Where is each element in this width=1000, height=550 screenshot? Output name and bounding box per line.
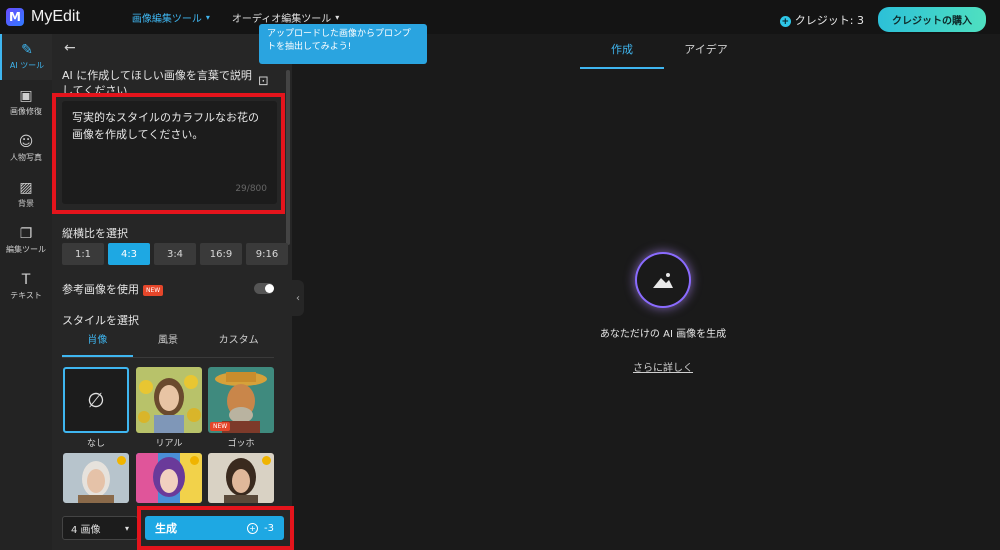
credit-icon: + [779, 16, 791, 27]
sidebar-item-background[interactable]: ▨ 背景 [0, 172, 52, 218]
style-thumbnail-5[interactable] [136, 453, 202, 503]
style-label-none: なし [86, 439, 105, 449]
buy-credits-button[interactable]: クレジットの購入 [878, 7, 986, 32]
premium-crown-icon [190, 456, 199, 465]
nav-image-tools-label: 画像編集ツール [131, 13, 202, 25]
edit-tools-icon: ❐ [19, 226, 33, 242]
credit-count: + クレジット: 3 [779, 12, 864, 28]
back-arrow-icon[interactable]: ← [64, 40, 76, 56]
style-label-realistic: リアル [155, 439, 183, 449]
mountain-image-icon [653, 273, 673, 288]
nav-image-tools[interactable]: 画像編集ツール ▾ [132, 10, 210, 25]
ratio-4-3-button[interactable]: 4:3 [108, 243, 150, 265]
sidebar-item-label: 背景 [18, 199, 34, 208]
sidebar-item-text[interactable]: T テキスト [0, 264, 52, 310]
image-repair-icon: ▣ [19, 88, 33, 104]
new-badge: NEW [143, 284, 164, 296]
top-nav: 画像編集ツール ▾ オーディオ編集ツール ▾ [132, 10, 339, 25]
background-icon: ▨ [19, 180, 33, 196]
sidebar-item-label: 人物写真 [10, 153, 42, 162]
chevron-down-icon: ▾ [124, 523, 129, 533]
credit-area: + クレジット: 3 クレジットの購入 [779, 7, 986, 32]
generate-label: 生成 [155, 522, 177, 535]
style-label: スタイルを選択 [62, 314, 139, 327]
sidebar-item-image-repair[interactable]: ▣ 画像修復 [0, 80, 52, 126]
tab-ideas[interactable]: アイデア [664, 41, 748, 69]
image-count-value: 4 画像 [71, 524, 101, 536]
sidebar-item-edit-tools[interactable]: ❐ 編集ツール [0, 218, 52, 264]
style-tabs: 肖像 風景 カスタム [62, 331, 274, 358]
app-logo[interactable]: M MyEdit [6, 8, 80, 26]
tool-sidebar: ✎ AI ツール ▣ 画像修復 ☺ 人物写真 ▨ 背景 ❐ 編集ツール T テキ… [0, 34, 52, 550]
style-van-gogh-thumbnail[interactable]: NEW [208, 367, 274, 433]
premium-crown-icon [117, 456, 126, 465]
nav-audio-tools[interactable]: オーディオ編集ツール ▾ [232, 10, 339, 25]
portrait-icon: ☺ [18, 134, 34, 150]
nav-audio-tools-label: オーディオ編集ツール [231, 13, 332, 25]
myedit-logo-icon: M [6, 8, 24, 26]
style-thumbnail-6[interactable] [208, 453, 274, 503]
credit-icon: + [247, 522, 259, 534]
main-tabs: 作成 アイデア [580, 41, 748, 69]
ai-image-placeholder-icon [637, 254, 689, 306]
aspect-ratio-selector: 1:1 4:3 3:4 16:9 9:16 [62, 243, 288, 265]
text-icon: T [21, 272, 31, 288]
tab-landscape[interactable]: 風景 [133, 331, 204, 357]
generate-cost-value: -3 [264, 522, 274, 534]
image-to-prompt-icon[interactable]: ⊡ [258, 74, 269, 89]
magic-wand-icon: ✎ [21, 42, 33, 58]
no-style-icon: ∅ [87, 388, 105, 412]
top-bar: M MyEdit 画像編集ツール ▾ オーディオ編集ツール ▾ + クレジット: … [0, 0, 1000, 34]
sidebar-item-portrait[interactable]: ☺ 人物写真 [0, 126, 52, 172]
empty-state-text: あなただけの AI 画像を生成 [599, 329, 727, 340]
sidebar-item-label: テキスト [10, 291, 42, 300]
premium-crown-icon [262, 456, 271, 465]
style-none-thumbnail[interactable]: ∅ [63, 367, 129, 433]
panel-scrollbar[interactable] [286, 70, 290, 245]
prompt-textarea[interactable]: 写実的なスタイルのカラフルなお花の画像を作成してください。 29/800 [62, 101, 277, 204]
ratio-1-1-button[interactable]: 1:1 [62, 243, 104, 265]
tab-create[interactable]: 作成 [580, 41, 664, 69]
credit-label: クレジット: 3 [794, 13, 864, 27]
tab-portrait[interactable]: 肖像 [62, 331, 133, 357]
chevron-down-icon: ▾ [335, 12, 340, 22]
collapse-panel-chevron-icon[interactable]: ‹ [292, 280, 304, 316]
reference-image-label: 参考画像を使用 NEW [62, 281, 164, 297]
prompt-text: 写実的なスタイルのカラフルなお花の画像を作成してください。 [72, 111, 259, 141]
sidebar-item-label: 画像修復 [10, 107, 42, 116]
ratio-9-16-button[interactable]: 9:16 [246, 243, 288, 265]
realistic-portrait-image [136, 367, 202, 433]
chevron-down-icon: ▾ [205, 12, 210, 22]
toggle-knob [265, 284, 274, 293]
image-count-select[interactable]: 4 画像 ▾ [62, 516, 138, 540]
aspect-ratio-label: 縦横比を選択 [62, 227, 128, 240]
style-realistic-thumbnail[interactable] [136, 367, 202, 433]
style-thumbnail-4[interactable] [63, 453, 129, 503]
generate-cost: + -3 [247, 522, 274, 534]
new-badge: NEW [210, 422, 231, 431]
reference-image-toggle[interactable] [254, 283, 274, 294]
sidebar-item-label: AI ツール [9, 61, 45, 70]
learn-more-link[interactable]: さらに詳しく [540, 359, 786, 374]
app-name: MyEdit [31, 8, 80, 25]
generate-button[interactable]: 生成 + -3 [145, 516, 284, 540]
reference-image-text: 参考画像を使用 [62, 283, 139, 296]
prompt-extract-tooltip: アップロードした画像からプロンプトを抽出してみよう! [259, 24, 427, 64]
ratio-16-9-button[interactable]: 16:9 [200, 243, 242, 265]
sidebar-item-ai-tools[interactable]: ✎ AI ツール [0, 34, 52, 80]
sidebar-item-label: 編集ツール [6, 245, 46, 254]
tab-custom[interactable]: カスタム [203, 331, 274, 357]
ratio-3-4-button[interactable]: 3:4 [154, 243, 196, 265]
char-count: 29/800 [235, 184, 267, 194]
style-label-van-gogh: ゴッホ [227, 439, 255, 449]
